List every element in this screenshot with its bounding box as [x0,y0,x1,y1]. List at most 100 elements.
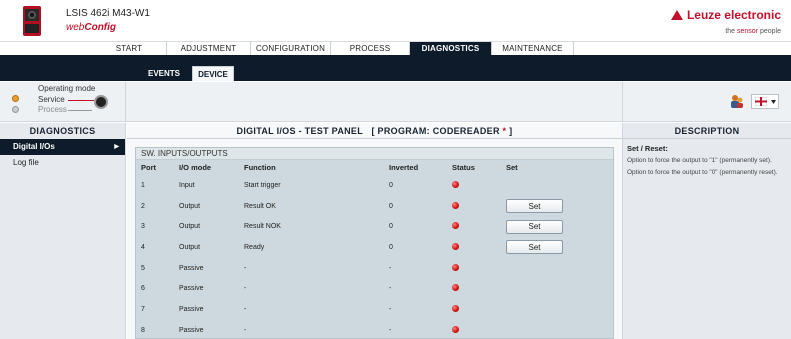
column-header-port: Port [141,163,156,172]
status-cell [447,299,501,320]
app-name-config: Config [84,22,117,33]
leuze-triangle-icon [670,10,683,20]
toolbar-actions [622,82,791,122]
sidebar-item-digital-ios[interactable]: Digital I/Os ▶ [0,139,125,155]
table-header-row: Port I/O mode Function Inverted Status S… [136,160,613,175]
table-row: 5 Passive - - [136,258,613,279]
table-row: 2 Output Result OK 0 Set [136,196,613,217]
status-led-icon [452,222,459,230]
io-mode-cell: Passive [179,285,204,293]
set-cell [501,320,613,339]
column-header-status: Status [452,163,475,172]
mode-toolbar: Operating mode Service Process [0,82,791,122]
brand-tagline: the sensor people [725,28,781,35]
subtab-device[interactable]: DEVICE [192,66,234,81]
subtab-events[interactable]: EVENTS [148,66,182,81]
table-row: 6 Passive - - [136,278,613,299]
device-title: LSIS 462i M43-W1 [66,8,150,19]
set-button[interactable]: Set [506,219,563,234]
status-cell [447,175,501,196]
language-dropdown[interactable] [751,94,779,109]
inverted-cell: 0 [389,243,393,251]
service-line [68,100,94,101]
table-row: 7 Passive - - [136,299,613,320]
users-icon[interactable] [730,94,744,109]
tab-configuration[interactable]: CONFIGURATION [251,42,331,55]
port-cell: 5 [141,264,145,272]
section-title: SW. INPUTS/OUTPUTS [136,148,613,160]
column-header-set: Set [506,163,518,172]
set-cell: Set [501,237,613,258]
io-table-body: 1 Input Start trigger 0 2 Output Result OK 0 Set… [136,175,613,339]
inverted-cell: 0 [389,181,393,189]
set-cell [501,175,613,196]
tab-process[interactable]: PROCESS [331,42,410,55]
tab-start[interactable]: START [92,42,167,55]
port-cell: 1 [141,181,145,189]
port-cell: 7 [141,305,145,313]
mode-option-service[interactable]: Service [38,95,65,104]
status-led-icon [452,284,459,292]
io-mode-cell: Passive [179,305,204,313]
status-cell [447,320,501,339]
column-header-inverted: Inverted [389,163,419,172]
main-nav: START ADJUSTMENT CONFIGURATION PROCESS D… [0,41,791,55]
status-led-icon [452,242,459,250]
status-cell [447,196,501,217]
io-mode-cell: Output [179,243,201,251]
io-table: Port I/O mode Function Inverted Status S… [136,160,613,339]
function-cell: Start trigger [244,181,281,189]
function-cell: Result OK [244,202,276,210]
chevron-right-icon: ▶ [114,144,119,150]
process-line [68,110,92,111]
mode-option-process[interactable]: Process [38,105,67,114]
description-title: DESCRIPTION [623,123,791,139]
set-button[interactable]: Set [506,199,563,214]
service-led-icon [12,95,19,102]
tagline-accent: sensor [737,28,759,35]
status-cell [447,278,501,299]
port-cell: 3 [141,223,145,231]
status-led-icon [452,325,459,333]
chevron-down-icon [771,100,776,104]
function-cell: - [244,326,247,334]
sidebar-item-label: Log file [13,158,39,167]
page-title-text: DIGITAL I/OS - TEST PANEL [236,126,364,136]
inverted-cell: - [389,264,392,272]
function-cell: - [244,264,247,272]
io-mode-cell: Passive [179,264,204,272]
port-cell: 8 [141,326,145,334]
description-panel: DESCRIPTION Set / Reset: Option to force… [622,123,791,339]
set-button[interactable]: Set [506,240,563,255]
operating-mode-switch: Operating mode Service Process [0,82,126,122]
sidebar-item-label: Digital I/Os [13,142,55,151]
tab-maintenance[interactable]: MAINTENANCE [492,42,574,55]
io-panel: SW. INPUTS/OUTPUTS Port I/O mode Functio… [135,147,614,339]
operating-mode-label: Operating mode [38,84,96,93]
program-label: [ PROGRAM: CODEREADER [371,126,500,136]
sub-nav: EVENTS DEVICE [0,66,791,81]
table-row: 4 Output Ready 0 Set [136,237,613,258]
app-name: webConfig [66,22,116,33]
io-mode-cell: Input [179,181,195,189]
table-row: 1 Input Start trigger 0 [136,175,613,196]
tagline-prefix: the [725,28,738,35]
tab-diagnostics[interactable]: DIAGNOSTICS [410,42,492,55]
status-led-icon [452,304,459,312]
main-content: DIGITAL I/OS - TEST PANEL [ PROGRAM: COD… [127,123,622,339]
sidebar-title: DIAGNOSTICS [29,126,96,136]
status-led-icon [452,263,459,271]
tagline-suffix: people [758,28,781,35]
tab-adjustment[interactable]: ADJUSTMENT [167,42,251,55]
process-led-icon [12,106,19,113]
io-mode-cell: Passive [179,326,204,334]
page-title: DIGITAL I/OS - TEST PANEL [ PROGRAM: COD… [127,123,622,139]
left-sidebar: DIAGNOSTICS Digital I/Os ▶ Log file [0,123,126,339]
function-cell: Result NOK [244,223,281,231]
set-cell [501,258,613,279]
subnav-spacer [0,55,791,66]
mode-knob-icon[interactable] [94,95,108,109]
set-cell [501,278,613,299]
sidebar-item-log-file[interactable]: Log file [0,155,125,171]
inverted-cell: - [389,285,392,293]
